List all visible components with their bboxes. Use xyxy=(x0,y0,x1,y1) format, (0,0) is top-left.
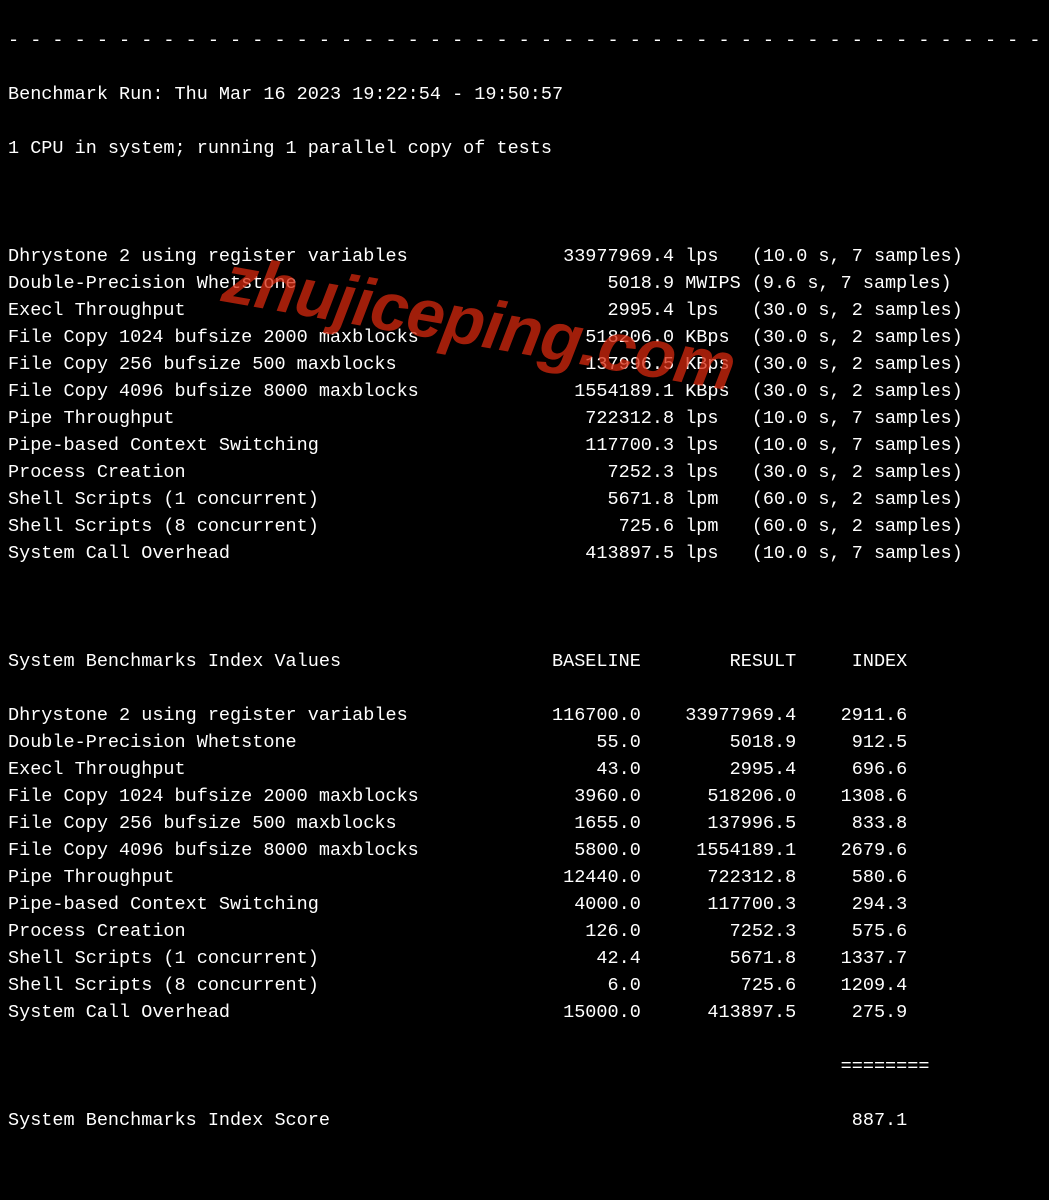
result-row: Dhrystone 2 using register variables 339… xyxy=(8,243,1041,270)
benchmark-run-header: Benchmark Run: Thu Mar 16 2023 19:22:54 … xyxy=(8,81,1041,108)
result-row: File Copy 256 bufsize 500 maxblocks 1379… xyxy=(8,351,1041,378)
index-block: Dhrystone 2 using register variables 116… xyxy=(8,702,1041,1026)
index-row: System Call Overhead 15000.0 413897.5 27… xyxy=(8,999,1041,1026)
dash-line: - - - - - - - - - - - - - - - - - - - - … xyxy=(8,27,1041,54)
cpu-info-header: 1 CPU in system; running 1 parallel copy… xyxy=(8,135,1041,162)
terminal-output: - - - - - - - - - - - - - - - - - - - - … xyxy=(0,0,1049,1200)
index-row: Pipe-based Context Switching 4000.0 1177… xyxy=(8,891,1041,918)
index-row: Pipe Throughput 12440.0 722312.8 580.6 xyxy=(8,864,1041,891)
index-row: Shell Scripts (1 concurrent) 42.4 5671.8… xyxy=(8,945,1041,972)
index-header-line: System Benchmarks Index Values BASELINE … xyxy=(8,648,1041,675)
result-row: Pipe-based Context Switching 117700.3 lp… xyxy=(8,432,1041,459)
result-row: System Call Overhead 413897.5 lps (10.0 … xyxy=(8,540,1041,567)
index-row: File Copy 1024 bufsize 2000 maxblocks 39… xyxy=(8,783,1041,810)
result-row: File Copy 1024 bufsize 2000 maxblocks 51… xyxy=(8,324,1041,351)
blank-line xyxy=(8,594,1041,621)
index-row: File Copy 4096 bufsize 8000 maxblocks 58… xyxy=(8,837,1041,864)
result-row: Double-Precision Whetstone 5018.9 MWIPS … xyxy=(8,270,1041,297)
result-row: Execl Throughput 2995.4 lps (30.0 s, 2 s… xyxy=(8,297,1041,324)
result-row: Shell Scripts (1 concurrent) 5671.8 lpm … xyxy=(8,486,1041,513)
score-line: System Benchmarks Index Score 887.1 xyxy=(8,1107,1041,1134)
result-row: File Copy 4096 bufsize 8000 maxblocks 15… xyxy=(8,378,1041,405)
blank-line xyxy=(8,189,1041,216)
result-row: Pipe Throughput 722312.8 lps (10.0 s, 7 … xyxy=(8,405,1041,432)
index-row: Shell Scripts (8 concurrent) 6.0 725.6 1… xyxy=(8,972,1041,999)
results-block: Dhrystone 2 using register variables 339… xyxy=(8,243,1041,567)
index-row: Execl Throughput 43.0 2995.4 696.6 xyxy=(8,756,1041,783)
index-row: File Copy 256 bufsize 500 maxblocks 1655… xyxy=(8,810,1041,837)
result-row: Shell Scripts (8 concurrent) 725.6 lpm (… xyxy=(8,513,1041,540)
index-row: Dhrystone 2 using register variables 116… xyxy=(8,702,1041,729)
score-divider: ======== xyxy=(8,1053,1041,1080)
index-row: Double-Precision Whetstone 55.0 5018.9 9… xyxy=(8,729,1041,756)
result-row: Process Creation 7252.3 lps (30.0 s, 2 s… xyxy=(8,459,1041,486)
